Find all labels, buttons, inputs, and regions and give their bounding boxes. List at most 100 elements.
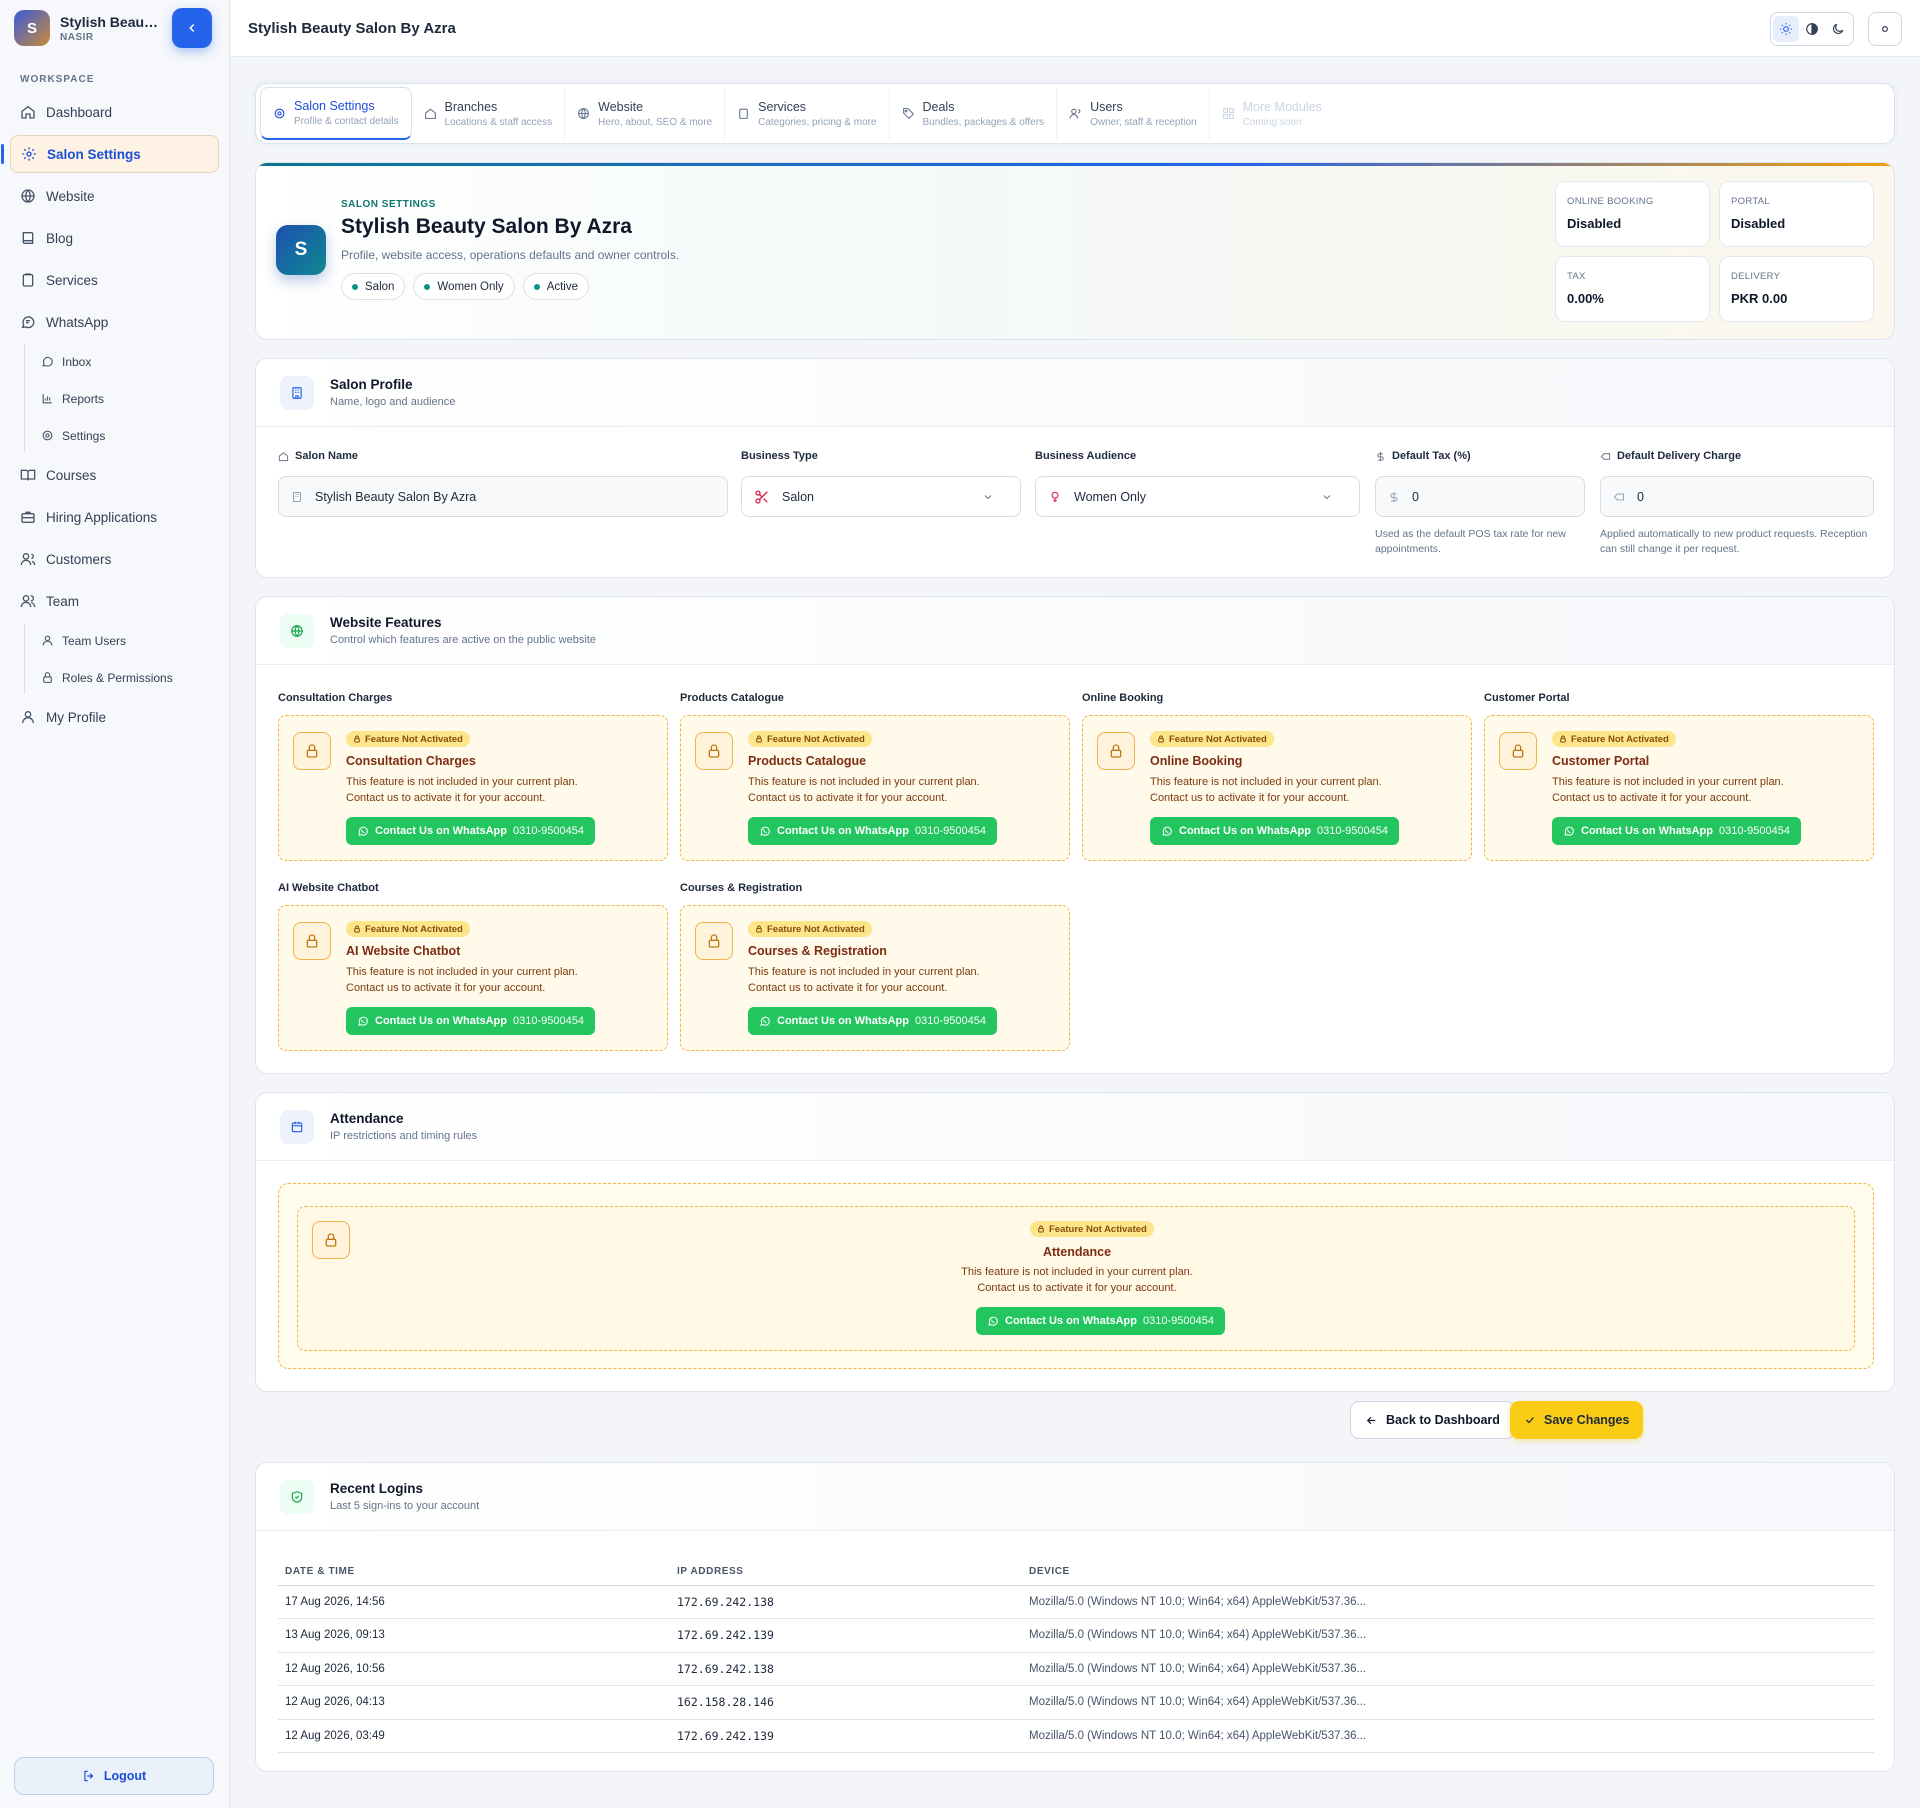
- sidebar-item-customers[interactable]: Customers: [10, 540, 219, 578]
- chip-label: Salon: [365, 280, 395, 293]
- stat-portal: PORTAL Disabled: [1719, 181, 1874, 247]
- tab-label: Branches: [444, 99, 498, 114]
- button-label: Contact Us on WhatsApp: [375, 1015, 507, 1027]
- field-label-text: Default Delivery Charge: [1617, 450, 1742, 462]
- section-subtitle: Control which features are active on the…: [330, 634, 596, 646]
- sidebar-item-dashboard[interactable]: Dashboard: [10, 93, 219, 131]
- lock-icon: [695, 922, 733, 960]
- stat-tax: TAX 0.00%: [1555, 256, 1710, 322]
- check-icon: [1526, 1417, 1534, 1424]
- feature-not-activated-badge: Feature Not Activated: [1150, 731, 1274, 747]
- stat-value: Disabled: [1731, 216, 1786, 231]
- collapse-sidebar-button[interactable]: [172, 8, 212, 48]
- tab-sublabel: Hero, about, SEO & more: [598, 116, 713, 128]
- contact-whatsapp-button[interactable]: Contact Us on WhatsApp 0310-9500454: [976, 1307, 1225, 1335]
- sidebar-item-whatsapp[interactable]: WhatsApp: [10, 303, 219, 341]
- contact-whatsapp-button[interactable]: Contact Us on WhatsApp 0310-9500454: [346, 1007, 595, 1035]
- tab-salon-settings[interactable]: Salon Settings Profile & contact details: [260, 87, 412, 140]
- default-delivery-input[interactable]: 0: [1600, 476, 1874, 517]
- sidebar-subitem-label: Settings: [62, 428, 106, 443]
- table-row: 17 Aug 2026, 14:56 172.69.242.138 Mozilla/…: [278, 1585, 1874, 1619]
- status-dot: [424, 283, 431, 290]
- back-to-dashboard-button[interactable]: Back to Dashboard: [1350, 1401, 1515, 1439]
- badge-label: Feature Not Activated: [365, 923, 463, 935]
- lock-icon: [354, 735, 360, 743]
- dark-theme-button[interactable]: [1825, 16, 1851, 42]
- button-label: Contact Us on WhatsApp: [777, 825, 909, 837]
- tab-branches[interactable]: Branches Locations & staff access: [412, 87, 566, 140]
- feature-description-line: This feature is not included in your cur…: [346, 776, 578, 788]
- save-changes-button[interactable]: Save Changes: [1510, 1401, 1644, 1439]
- contact-whatsapp-button[interactable]: Contact Us on WhatsApp 0310-9500454: [748, 1007, 997, 1035]
- attendance-locked-panel: Feature Not Activated Attendance This fe…: [297, 1206, 1855, 1351]
- logout-button[interactable]: Logout: [14, 1757, 214, 1795]
- field-label-text: Default Tax (%): [1392, 450, 1471, 462]
- sidebar-subitem-team-users[interactable]: Team Users: [31, 624, 229, 657]
- sidebar-item-team[interactable]: Team: [10, 582, 219, 620]
- sidebar-item-blog[interactable]: Blog: [10, 219, 219, 257]
- section-title: Recent Logins: [330, 1481, 424, 1496]
- whatsapp-icon: [760, 826, 770, 836]
- default-tax-input[interactable]: 0: [1375, 476, 1585, 517]
- tab-deals[interactable]: Deals Bundles, packages & offers: [890, 87, 1058, 140]
- feature-title: AI Website Chatbot: [346, 944, 461, 958]
- sidebar-item-services[interactable]: Services: [10, 261, 219, 299]
- gear-icon: [42, 430, 53, 441]
- feature-label-courses-registration: Courses & Registration: [680, 882, 803, 894]
- business-audience-select[interactable]: Women Only: [1035, 476, 1360, 517]
- tab-website[interactable]: Website Hero, about, SEO & more: [565, 87, 726, 140]
- sidebar-subitem-label: Team Users: [62, 633, 127, 648]
- salon-name-input[interactable]: Stylish Beauty Salon By Azra: [278, 476, 728, 517]
- feature-description: This feature is not included in your cur…: [748, 774, 980, 806]
- settings-tabs: Salon Settings Profile & contact details …: [255, 83, 1895, 144]
- business-type-select[interactable]: Salon: [741, 476, 1021, 517]
- sidebar-item-label: My Profile: [46, 709, 107, 725]
- tab-services[interactable]: Services Categories, pricing & more: [725, 87, 890, 140]
- sidebar-subitem-inbox[interactable]: Inbox: [31, 345, 229, 378]
- section-header: Salon Profile Name, logo and audience: [256, 359, 1894, 427]
- default-delivery-value: 0: [1637, 489, 1644, 504]
- section-header: Website Features Control which features …: [256, 597, 1894, 665]
- sidebar-item-salon-settings[interactable]: Salon Settings: [1, 135, 219, 173]
- lock-icon: [293, 922, 331, 960]
- sidebar-subitem-reports[interactable]: Reports: [31, 382, 229, 415]
- sidebar-item-hiring-applications[interactable]: Hiring Applications: [10, 498, 219, 536]
- user-menu-button[interactable]: [1868, 12, 1902, 46]
- phone-number: 0310-9500454: [1143, 1315, 1214, 1327]
- sidebar-item-label: Team: [46, 593, 80, 609]
- feature-not-activated-badge: Feature Not Activated: [748, 731, 872, 747]
- feature-title: Courses & Registration: [748, 944, 887, 958]
- system-theme-button[interactable]: [1799, 16, 1825, 42]
- default-delivery-label: Default Delivery Charge: [1600, 450, 1741, 462]
- chat-bubble-icon: [42, 356, 53, 367]
- contact-whatsapp-button[interactable]: Contact Us on WhatsApp 0310-9500454: [1150, 817, 1399, 845]
- contact-whatsapp-button[interactable]: Contact Us on WhatsApp 0310-9500454: [346, 817, 595, 845]
- section-header: Attendance IP restrictions and timing ru…: [256, 1093, 1894, 1161]
- attendance-card: Attendance IP restrictions and timing ru…: [255, 1092, 1895, 1392]
- logout-label: Logout: [103, 1769, 147, 1783]
- feature-description: This feature is not included in your cur…: [1150, 774, 1382, 806]
- default-delivery-hint: Applied automatically to new product req…: [1600, 528, 1868, 555]
- sidebar-item-website[interactable]: Website: [10, 177, 219, 215]
- table-row: 12 Aug 2026, 10:56 172.69.242.138 Mozilla/…: [278, 1652, 1874, 1686]
- arrow-left-icon: [1366, 1416, 1376, 1424]
- gear-icon: [274, 108, 285, 118]
- sidebar-subitem-settings[interactable]: Settings: [31, 419, 229, 452]
- sidebar-subitem-roles-permissions[interactable]: Roles & Permissions: [31, 661, 229, 694]
- sidebar-subitem-label: Reports: [62, 391, 105, 406]
- sidebar-item-courses[interactable]: Courses: [10, 456, 219, 494]
- feature-description: This feature is not included in your cur…: [1552, 774, 1784, 806]
- recent-logins-table: DATE & TIME IP ADDRESS DEVICE 17 Aug 202…: [278, 1559, 1874, 1753]
- phone-number: 0310-9500454: [915, 825, 986, 837]
- salon-profile-card: Salon Profile Name, logo and audience Sa…: [255, 358, 1895, 578]
- tab-label: Salon Settings: [294, 99, 375, 113]
- sidebar-item-my-profile[interactable]: My Profile: [10, 698, 219, 736]
- lock-icon: [1158, 735, 1164, 743]
- scissors-icon: [755, 489, 768, 504]
- tab-users[interactable]: Users Owner, staff & reception: [1057, 87, 1210, 140]
- column-header: IP ADDRESS: [670, 1559, 1022, 1586]
- light-theme-button[interactable]: [1773, 16, 1799, 42]
- login-datetime: 12 Aug 2026, 03:49: [278, 1719, 670, 1753]
- contact-whatsapp-button[interactable]: Contact Us on WhatsApp 0310-9500454: [1552, 817, 1801, 845]
- contact-whatsapp-button[interactable]: Contact Us on WhatsApp 0310-9500454: [748, 817, 997, 845]
